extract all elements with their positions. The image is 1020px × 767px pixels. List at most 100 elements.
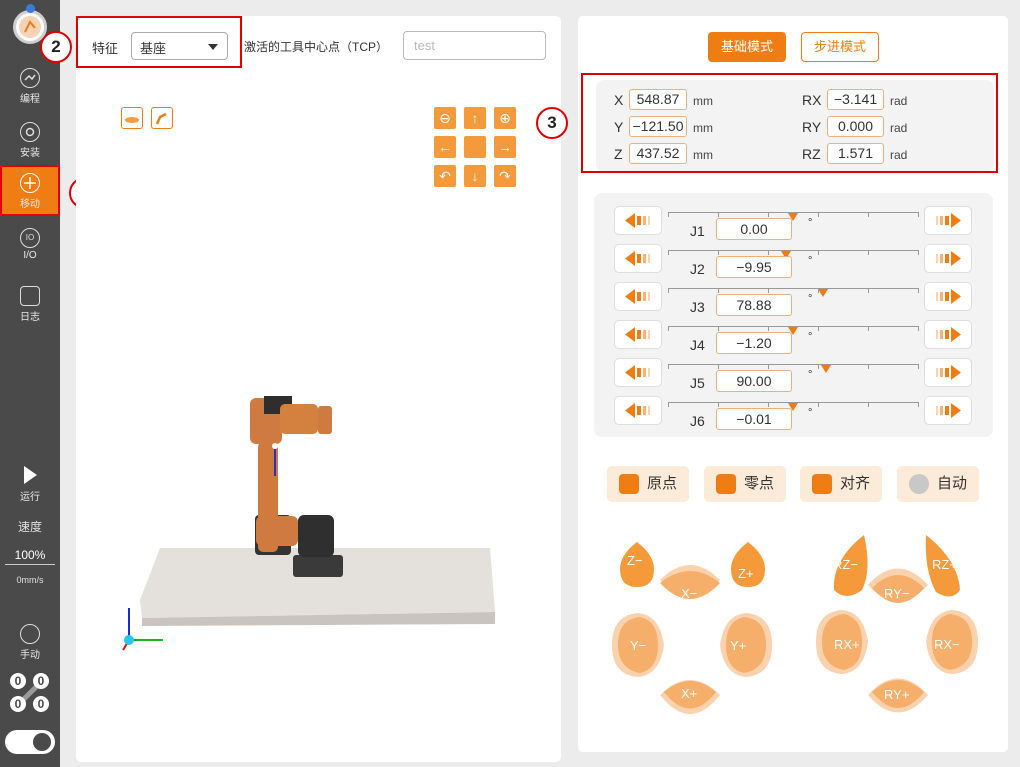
joint-decrease-button[interactable] <box>614 320 662 349</box>
arrow-right-icon <box>936 251 961 266</box>
feature-value: 基座 <box>140 41 167 56</box>
pan-up-button[interactable]: ↑ <box>464 107 486 129</box>
home-button[interactable]: 原点 <box>607 466 689 502</box>
robot-view-button[interactable] <box>151 107 173 129</box>
joint-row-j6: J6 −0.01 ° <box>594 393 993 431</box>
jog-x-plus[interactable]: X+ <box>681 686 697 701</box>
joint-tick <box>718 364 719 369</box>
joint-value: −1.20 <box>716 332 792 354</box>
sidebar-item-io[interactable]: IO I/O <box>0 222 60 276</box>
joint-decrease-button[interactable] <box>614 396 662 425</box>
counter-digit: 0 <box>10 673 26 689</box>
manual-button[interactable]: 手动 <box>0 618 60 672</box>
joint-tick <box>918 212 919 217</box>
zoom-out-button[interactable]: ⊖ <box>434 107 456 129</box>
sidebar-item-label: 日志 <box>20 312 40 323</box>
rotate-left-button[interactable]: ↶ <box>434 165 456 187</box>
jog-rz-plus[interactable]: RZ+ <box>932 557 957 572</box>
io-icon: IO <box>20 228 40 248</box>
jog-z-minus[interactable]: Z− <box>627 553 643 568</box>
joint-increase-button[interactable] <box>924 358 972 387</box>
joint-tick <box>768 402 769 407</box>
jog-ry-minus[interactable]: RY− <box>884 586 909 601</box>
jog-z-plus[interactable]: Z+ <box>738 566 754 581</box>
joint-marker[interactable] <box>818 289 828 297</box>
basic-mode-button[interactable]: 基础模式 <box>708 32 786 62</box>
step-mode-button[interactable]: 步进模式 <box>801 32 879 62</box>
run-button[interactable]: 运行 <box>0 458 60 512</box>
arrow-left-icon <box>625 365 650 380</box>
tcp-input[interactable]: test <box>403 31 546 60</box>
pose-z-unit: mm <box>693 148 713 162</box>
joint-marker[interactable] <box>820 365 831 373</box>
pose-ry-value: 0.000 <box>827 116 884 137</box>
joint-tick <box>768 250 769 255</box>
speed-value: 0mm/s <box>16 575 44 585</box>
jog-x-minus[interactable]: X− <box>681 586 697 601</box>
view-center-button[interactable] <box>464 136 486 158</box>
joint-increase-button[interactable] <box>924 282 972 311</box>
pan-left-button[interactable]: ← <box>434 136 456 158</box>
joint-increase-button[interactable] <box>924 396 972 425</box>
joint-decrease-button[interactable] <box>614 206 662 235</box>
joint-tick <box>868 402 869 407</box>
speed-percent[interactable]: 100% <box>5 548 55 565</box>
sidebar-item-log[interactable]: 日志 <box>0 280 60 334</box>
joint-tick <box>668 364 669 369</box>
joint-tick <box>918 402 919 407</box>
annotation-badge-2: 2 <box>40 31 72 63</box>
zoom-in-icon: ⊕ <box>499 110 511 126</box>
joint-row-j3: J3 78.88 ° <box>594 279 993 317</box>
joint-increase-button[interactable] <box>924 206 972 235</box>
joint-decrease-button[interactable] <box>614 358 662 387</box>
joint-label: J2 <box>690 261 705 277</box>
joint-tick <box>868 288 869 293</box>
joint-slider-track[interactable] <box>668 288 918 289</box>
joint-decrease-button[interactable] <box>614 282 662 311</box>
jog-y-minus[interactable]: Y− <box>630 638 646 653</box>
zoom-in-button[interactable]: ⊕ <box>494 107 516 129</box>
joint-slider-track[interactable] <box>668 364 918 365</box>
joint-increase-button[interactable] <box>924 244 972 273</box>
pan-right-button[interactable]: → <box>494 136 516 158</box>
joint-tick <box>918 326 919 331</box>
joint-tick <box>768 364 769 369</box>
chevron-down-icon <box>208 44 218 50</box>
joint-tick <box>718 250 719 255</box>
jog-y-plus[interactable]: Y+ <box>730 638 746 653</box>
jog-rx-plus[interactable]: RX+ <box>834 637 860 652</box>
zero-label: 零点 <box>744 475 775 492</box>
auto-button[interactable]: 自动 <box>897 466 979 502</box>
jog-rx-minus[interactable]: RX− <box>934 637 960 652</box>
jog-ry-plus[interactable]: RY+ <box>884 687 909 702</box>
joint-tick <box>668 288 669 293</box>
pose-ry-unit: rad <box>890 121 908 135</box>
jog-rz-minus[interactable]: RZ− <box>833 557 858 572</box>
pose-rz-value: 1.571 <box>827 143 884 164</box>
base-view-button[interactable] <box>121 107 143 129</box>
sidebar-item-install[interactable]: 安装 <box>0 116 60 170</box>
joint-label: J1 <box>690 223 705 239</box>
zero-button[interactable]: 零点 <box>704 466 786 502</box>
joint-tick <box>668 402 669 407</box>
feature-select[interactable]: 基座 <box>131 32 228 60</box>
sidebar-item-program[interactable]: 编程 <box>0 62 60 116</box>
pan-down-button[interactable]: ↓ <box>464 165 486 187</box>
joint-increase-button[interactable] <box>924 320 972 349</box>
arrow-right-icon <box>936 289 961 304</box>
joint-label: J6 <box>690 413 705 429</box>
hand-icon <box>20 624 40 644</box>
joint-unit: ° <box>808 407 813 419</box>
arrow-left-icon <box>625 213 650 228</box>
sidebar-item-label: 编程 <box>20 94 40 105</box>
joint-slider-track[interactable] <box>668 250 918 251</box>
joint-tick <box>718 288 719 293</box>
manual-label: 手动 <box>20 650 40 661</box>
rotate-right-button[interactable]: ↷ <box>494 165 516 187</box>
power-toggle[interactable] <box>5 730 55 754</box>
align-button[interactable]: 对齐 <box>800 466 882 502</box>
joint-decrease-button[interactable] <box>614 244 662 273</box>
robot-3d-view[interactable] <box>130 390 510 650</box>
log-icon <box>20 286 40 306</box>
joint-tick <box>918 364 919 369</box>
